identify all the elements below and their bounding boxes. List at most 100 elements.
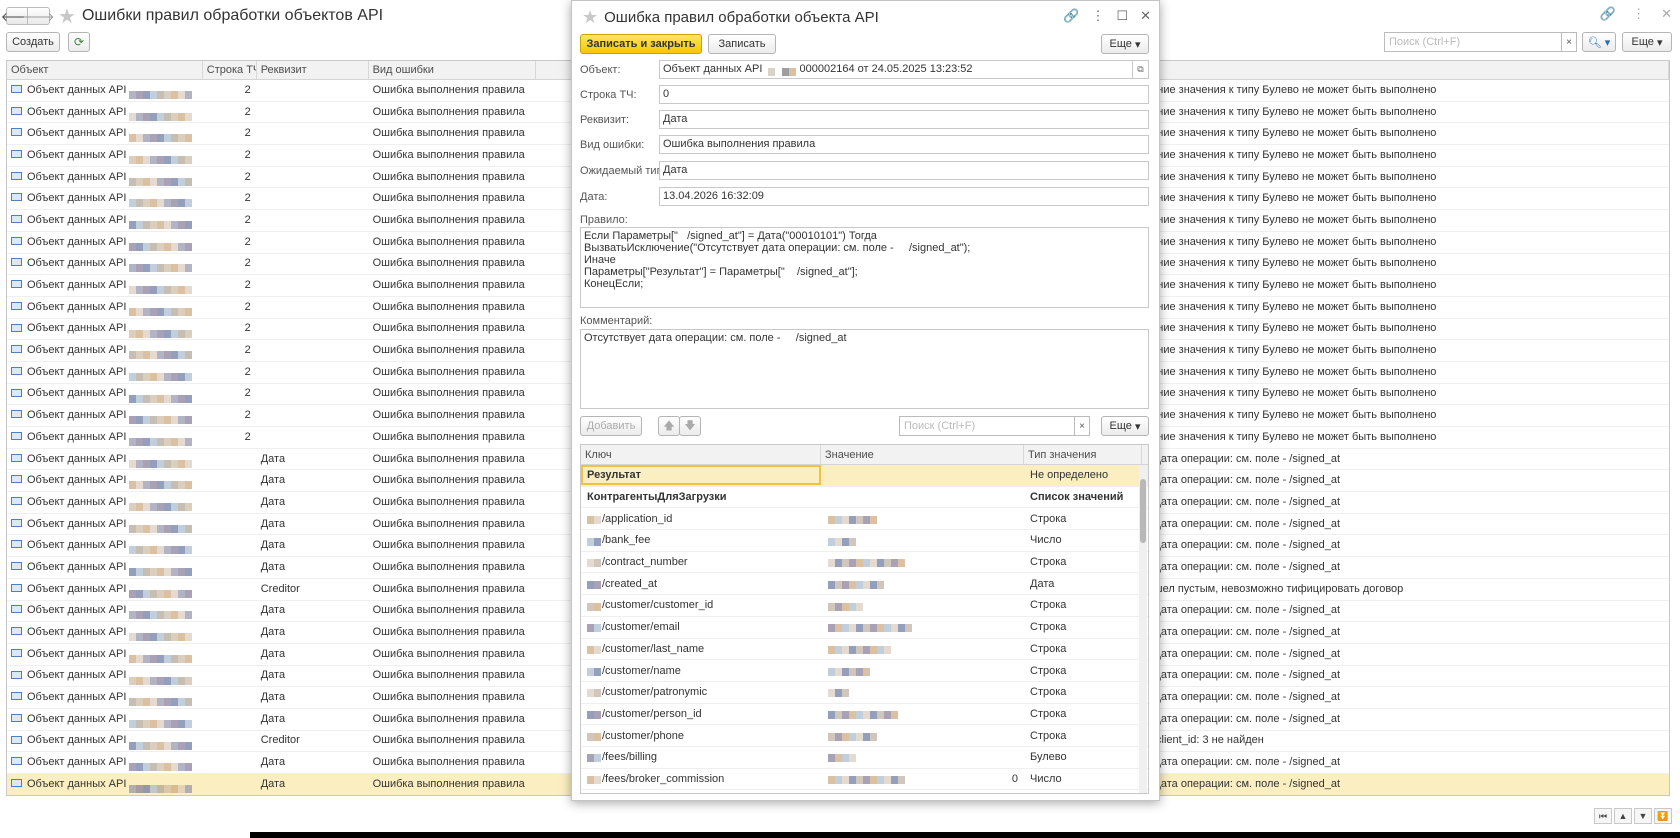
- parameter-row[interactable]: /customer/last_name Строка: [581, 639, 1148, 661]
- redacted-block: [129, 737, 193, 750]
- page-up-icon[interactable]: ▲: [1614, 808, 1632, 824]
- column-header-attribute[interactable]: Реквизит: [257, 61, 369, 79]
- parameter-row[interactable]: /contract_number Строка: [581, 552, 1148, 574]
- parameter-row[interactable]: Результат Не определено: [581, 465, 1148, 487]
- comment-textarea[interactable]: Отсутствует дата операции: см. поле - /s…: [580, 329, 1149, 409]
- parameter-row[interactable]: /customer/phone Строка: [581, 725, 1148, 747]
- column-header-comment[interactable]: Комментарий: [1086, 61, 1669, 79]
- object-text: Объект данных API: [27, 560, 127, 573]
- redacted-block: [129, 259, 193, 273]
- parameter-row[interactable]: /customer/person_id Строка: [581, 704, 1148, 726]
- redacted-block: [129, 151, 193, 164]
- redacted-block: [129, 476, 193, 490]
- parameter-row[interactable]: /bank_fee Число: [581, 530, 1148, 552]
- move-up-button[interactable]: 🡅: [658, 416, 680, 436]
- link-icon[interactable]: 🔗: [1063, 8, 1079, 24]
- attribute-cell: Дата: [260, 517, 286, 530]
- object-cell: Объект данных API: [7, 210, 203, 231]
- close-icon[interactable]: ✕: [1140, 8, 1151, 24]
- page-down-icon[interactable]: ▼: [1634, 808, 1652, 824]
- redacted-block: [828, 688, 849, 698]
- parameter-row[interactable]: КонтрагентыДляЗагрузки Список значений: [581, 487, 1148, 509]
- error-type-field[interactable]: Ошибка выполнения правила: [659, 135, 1149, 154]
- arrow-up-icon: 🡅: [663, 419, 675, 432]
- key-text: КонтрагентыДляЗагрузки: [587, 491, 727, 504]
- link-icon[interactable]: 🔗: [1600, 6, 1616, 22]
- star-icon[interactable]: ★: [582, 7, 598, 28]
- maximize-icon[interactable]: ☐: [1116, 8, 1128, 24]
- parameter-row[interactable]: /customer/patronymic Строка: [581, 682, 1148, 704]
- attribute-cell: Дата: [260, 560, 286, 573]
- key-text: /customer/person_id: [602, 707, 702, 720]
- move-down-button[interactable]: 🡇: [679, 416, 701, 436]
- parameters-table-header: Ключ Значение Тип значения: [581, 445, 1148, 465]
- redacted-block: [828, 645, 891, 654]
- object-cell: Объект данных API: [7, 774, 203, 795]
- scrollbar-thumb[interactable]: [1140, 479, 1146, 543]
- last-page-icon[interactable]: ⏬: [1654, 808, 1672, 824]
- parameter-row[interactable]: /fees/billing Булево: [581, 747, 1148, 769]
- parameter-row[interactable]: /customer/email Строка: [581, 617, 1148, 639]
- error-type-cell: Ошибка выполнения правила: [372, 691, 525, 704]
- column-header-row-num[interactable]: Строка ТЧ: [203, 61, 257, 79]
- rule-textarea[interactable]: Если Параметры[" /signed_at"] = Дата("00…: [580, 227, 1149, 308]
- object-cell: Объект данных API: [7, 167, 203, 188]
- main-search-clear-button[interactable]: ×: [1561, 32, 1577, 52]
- error-type-cell: Ошибка выполнения правила: [372, 365, 525, 378]
- data-object-icon: [11, 735, 22, 744]
- close-icon[interactable]: ✕: [1661, 6, 1672, 22]
- column-header-object[interactable]: Объект: [7, 61, 203, 79]
- redacted-block: [828, 515, 877, 524]
- parameter-row[interactable]: /fees/broker_commission 0 Число: [581, 769, 1148, 791]
- object-text: Объект данных API: [27, 235, 127, 248]
- date-field[interactable]: 13.04.2026 16:32:09: [659, 187, 1149, 206]
- column-header-key[interactable]: Ключ: [581, 445, 821, 464]
- column-header-type[interactable]: Тип значения: [1024, 445, 1142, 464]
- attribute-field[interactable]: Дата: [659, 110, 1149, 129]
- type-cell: Строка: [1030, 707, 1067, 720]
- attribute-cell: Дата: [260, 452, 286, 465]
- value-cell: 0: [821, 773, 1024, 785]
- comment-cell: Преобразование значения к типу Булево не…: [1089, 127, 1437, 140]
- error-type-cell: Ошибка выполнения правила: [372, 430, 525, 443]
- refresh-button[interactable]: ⟳: [68, 32, 90, 52]
- row-field[interactable]: 0: [659, 85, 1149, 104]
- parameter-row[interactable]: /customer/name Строка: [581, 660, 1148, 682]
- table-search-input[interactable]: Поиск (Ctrl+F): [899, 416, 1075, 436]
- save-and-close-button[interactable]: Записать и закрыть: [580, 34, 702, 54]
- row-label: Строка ТЧ:: [580, 89, 637, 101]
- parameter-row[interactable]: /application_id Строка: [581, 508, 1148, 531]
- open-icon[interactable]: ⧉: [1132, 61, 1148, 78]
- first-page-icon[interactable]: ⏮: [1594, 808, 1612, 824]
- comment-cell: Преобразование значения к типу Булево не…: [1089, 409, 1437, 422]
- kebab-menu-icon[interactable]: ⋮: [1091, 8, 1104, 24]
- search-button[interactable]: 🔍︎ ▾: [1582, 32, 1616, 52]
- data-object-icon: [11, 388, 22, 397]
- expected-type-field[interactable]: Дата: [659, 161, 1149, 180]
- parameter-row[interactable]: /customer/customer_id Строка: [581, 595, 1148, 617]
- add-button[interactable]: Добавить: [580, 416, 642, 436]
- row-num-cell: 2: [244, 213, 251, 226]
- table-more-button[interactable]: Еще ▾: [1101, 416, 1149, 436]
- forward-button[interactable]: 🡒: [22, 7, 55, 25]
- type-cell: Строка: [1030, 556, 1067, 569]
- save-button[interactable]: Записать: [708, 34, 776, 54]
- dialog-more-button[interactable]: Еще ▾: [1101, 34, 1149, 54]
- main-search-input[interactable]: Поиск (Ctrl+F): [1384, 32, 1562, 52]
- table-search-clear-button[interactable]: ×: [1074, 416, 1090, 436]
- data-object-icon: [11, 713, 22, 722]
- redacted-block: [129, 238, 193, 251]
- parameter-row[interactable]: /created_at Дата: [581, 573, 1148, 596]
- star-icon[interactable]: ★: [58, 4, 76, 29]
- main-more-button[interactable]: Еще ▾: [1622, 32, 1672, 52]
- column-header-value[interactable]: Значение: [821, 445, 1024, 464]
- kebab-menu-icon[interactable]: ⋮: [1632, 6, 1645, 22]
- comment-cell: Отсутствует дата операции: см. поле - /s…: [1089, 539, 1341, 552]
- data-object-icon: [11, 670, 22, 679]
- object-field[interactable]: Объект данных API 000002164 от 24.05.202…: [659, 60, 1149, 79]
- object-cell: Объект данных API: [7, 275, 203, 296]
- parameters-scrollbar[interactable]: [1139, 465, 1147, 793]
- column-header-error-type[interactable]: Вид ошибки: [369, 61, 537, 79]
- create-button[interactable]: Создать: [6, 32, 60, 52]
- data-object-icon: [11, 366, 22, 375]
